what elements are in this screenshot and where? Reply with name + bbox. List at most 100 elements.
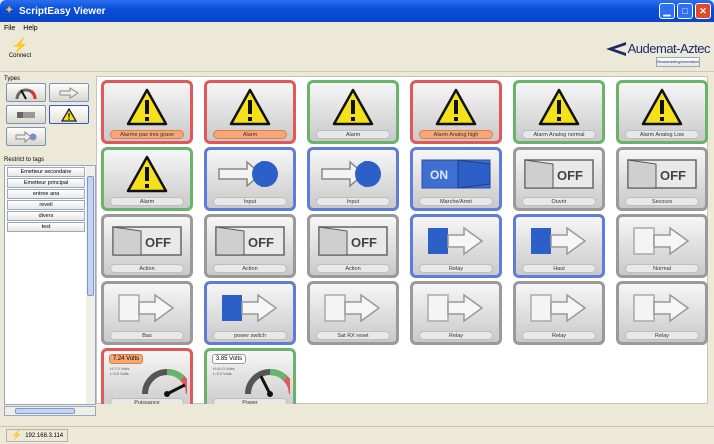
type-input-button[interactable]: [6, 127, 46, 146]
widget-tile-relay-on[interactable]: power switch: [204, 281, 296, 345]
logo-name: Audemat-Aztec: [627, 41, 711, 56]
scrollbar-thumb[interactable]: [15, 408, 75, 414]
arrow-type-icon: [59, 86, 79, 99]
types-grid: [6, 83, 96, 146]
switch-off-icon: OFF: [207, 219, 293, 263]
relay-off-icon: [619, 286, 705, 330]
widget-tile-relay-off[interactable]: Relay: [616, 281, 708, 345]
connection-status: ⚡ 192.168.3.114: [6, 429, 69, 442]
close-button[interactable]: ✕: [695, 3, 711, 19]
input-icon: [310, 152, 396, 196]
menu-help[interactable]: Help: [23, 25, 37, 32]
tag-item[interactable]: entree ana: [7, 189, 85, 199]
widget-tile-relay-off[interactable]: Normal: [616, 214, 708, 278]
widget-tile-relay-on[interactable]: Relay: [410, 214, 502, 278]
ip-address: 192.168.3.114: [25, 432, 64, 439]
minimize-button[interactable]: ▁: [659, 3, 675, 19]
switch-on-icon: ON: [413, 152, 499, 196]
widget-label: power switch: [213, 331, 287, 340]
type-warning-button[interactable]: [49, 105, 89, 124]
widget-tile-relay-off[interactable]: Sat RX reset: [307, 281, 399, 345]
grid-hscrollbar[interactable]: [96, 404, 708, 416]
gauge-widget: 7.24 Volts H:7.0 Volts L:3.0 Volts: [107, 354, 187, 400]
widget-tile-input[interactable]: Input: [204, 147, 296, 211]
tag-item[interactable]: reveil: [7, 200, 85, 210]
switch-off-icon: OFF: [619, 152, 705, 196]
widget-tile-switch-off[interactable]: OFF Secours: [616, 147, 708, 211]
widget-tile-warning[interactable]: Alarm Analog normal: [513, 80, 605, 144]
widget-tile-input[interactable]: Input: [307, 147, 399, 211]
connect-icon: ⚡: [11, 37, 29, 53]
type-gauge-button[interactable]: [6, 83, 46, 102]
widget-tile-warning[interactable]: Alarm Analog high: [410, 80, 502, 144]
widget-tile-switch-off[interactable]: OFF Action: [307, 214, 399, 278]
widget-tile-switch-off[interactable]: OFF Action: [101, 214, 193, 278]
tag-item[interactable]: test: [7, 222, 85, 232]
toolbar: ⚡ Connect Audemat-Aztec BroadcastingInno…: [0, 34, 714, 72]
relay-off-icon: [619, 219, 705, 263]
type-slider-button[interactable]: [6, 105, 46, 124]
warning-icon: [207, 85, 293, 129]
svg-text:OFF: OFF: [660, 168, 686, 183]
widget-tile-warning[interactable]: Alarm Analog Low: [616, 80, 708, 144]
widget-tile-relay-on[interactable]: Haut: [513, 214, 605, 278]
widget-label: Relay: [522, 331, 596, 340]
widget-label: Alarm Analog high: [419, 130, 493, 139]
widget-tile-gauge[interactable]: 3.85 Volts H:40.0 Volts L:3.0 Volts Power: [204, 348, 296, 412]
widget-label: Marche/Arret: [419, 197, 493, 206]
widget-label: Alarm Analog normal: [522, 130, 596, 139]
widget-label: Relay: [419, 264, 493, 273]
svg-text:OFF: OFF: [351, 235, 377, 250]
widget-label: Alarm: [213, 130, 287, 139]
widget-label: Action: [110, 264, 184, 273]
widget-label: Input: [213, 197, 287, 206]
relay-off-icon: [104, 286, 190, 330]
gauge-low-limit: L:3.0 Volts: [213, 371, 232, 376]
widget-label: Alarm Analog Low: [625, 130, 699, 139]
app-icon: ✦: [5, 5, 14, 16]
sidebar: Types Restrict to tags Emetteur secondai…: [4, 76, 96, 424]
widget-tile-switch-on[interactable]: ON Marche/Arret: [410, 147, 502, 211]
maximize-button[interactable]: □: [677, 3, 693, 19]
company-logo: Audemat-Aztec BroadcastingInnovation: [605, 41, 711, 67]
widget-label: Action: [213, 264, 287, 273]
widget-tile-switch-off[interactable]: OFF Ouvrir: [513, 147, 605, 211]
widget-tile-warning[interactable]: Alarm: [307, 80, 399, 144]
logo-mark-icon: [605, 42, 626, 56]
widget-tile-gauge[interactable]: 7.24 Volts H:7.0 Volts L:3.0 Volts Puissanc…: [101, 348, 193, 412]
relay-off-icon: [310, 286, 396, 330]
connect-button[interactable]: ⚡ Connect: [5, 37, 35, 59]
warning-icon: [619, 85, 705, 129]
window-title: ScriptEasy Viewer: [19, 5, 106, 17]
widget-label: Ouvrir: [522, 197, 596, 206]
widget-tile-relay-off[interactable]: Relay: [513, 281, 605, 345]
switch-off-icon: OFF: [516, 152, 602, 196]
tag-list-scrollbar[interactable]: [86, 166, 95, 404]
svg-text:OFF: OFF: [145, 235, 171, 250]
widget-tile-switch-off[interactable]: OFF Action: [204, 214, 296, 278]
warning-icon: [516, 85, 602, 129]
widget-tile-relay-off[interactable]: Relay: [410, 281, 502, 345]
relay-off-icon: [516, 286, 602, 330]
logo-tagline: BroadcastingInnovation: [656, 57, 700, 67]
widget-tile-relay-off[interactable]: Bas: [101, 281, 193, 345]
type-arrow-button[interactable]: [49, 83, 89, 102]
sidebar-hscrollbar[interactable]: [4, 406, 96, 416]
widget-tile-warning[interactable]: Alarme pas tres grave: [101, 80, 193, 144]
widget-label: Relay: [625, 331, 699, 340]
gauge-widget: 3.85 Volts H:40.0 Volts L:3.0 Volts: [210, 354, 290, 400]
warning-icon: [104, 152, 190, 196]
restrict-label: Restrict to tags: [4, 157, 45, 163]
tag-list: Emetteur secondaire Emetteur principal e…: [4, 165, 96, 405]
widget-label: Alarme pas tres grave: [110, 130, 184, 139]
widget-tile-warning[interactable]: Alarm: [101, 147, 193, 211]
scrollbar-thumb[interactable]: [87, 176, 94, 296]
tag-item[interactable]: Emetteur secondaire: [7, 167, 85, 177]
relay-on-icon: [207, 286, 293, 330]
relay-on-icon: [413, 219, 499, 263]
tag-item[interactable]: Emetteur principal: [7, 178, 85, 188]
widget-tile-warning[interactable]: Alarm: [204, 80, 296, 144]
warning-icon: [104, 85, 190, 129]
menu-file[interactable]: File: [4, 25, 15, 32]
tag-item[interactable]: divers: [7, 211, 85, 221]
